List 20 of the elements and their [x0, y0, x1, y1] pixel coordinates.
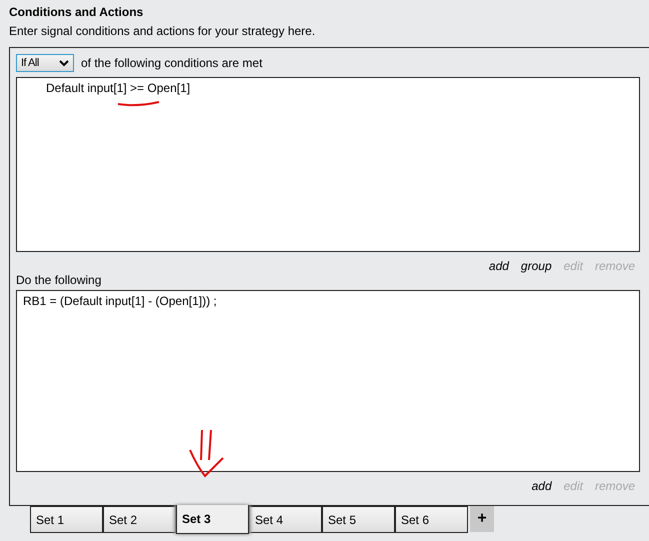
set-tab[interactable]: Set 4: [249, 506, 322, 533]
condition-mode-dropdown[interactable]: If All: [16, 54, 74, 72]
section-description: Enter signal conditions and actions for your strategy here.: [9, 23, 316, 40]
section-title: Conditions and Actions: [9, 4, 144, 21]
set-tab[interactable]: Set 5: [322, 506, 395, 533]
set-tab[interactable]: Set 3: [176, 505, 249, 534]
set-tab[interactable]: Set 2: [103, 506, 176, 533]
arrow-drawing: [187, 428, 225, 478]
add-tab-button[interactable]: +: [470, 506, 494, 532]
action-link[interactable]: add: [532, 479, 552, 493]
action-link[interactable]: group: [520, 259, 552, 273]
condition-mode-label: of the following conditions are met: [81, 56, 262, 70]
action-link[interactable]: add: [488, 259, 509, 273]
actions-label: Do the following: [16, 274, 102, 289]
chevron-down-icon: [59, 60, 69, 66]
set-tab[interactable]: Set 1: [30, 506, 103, 533]
set-tab[interactable]: Set 6: [395, 506, 468, 533]
underline-mark: [117, 100, 161, 108]
condition-item[interactable]: Default input[1] >= Open[1]: [23, 80, 633, 96]
action-item[interactable]: RB1 = (Default input[1] - (Open[1])) ;: [23, 293, 633, 309]
